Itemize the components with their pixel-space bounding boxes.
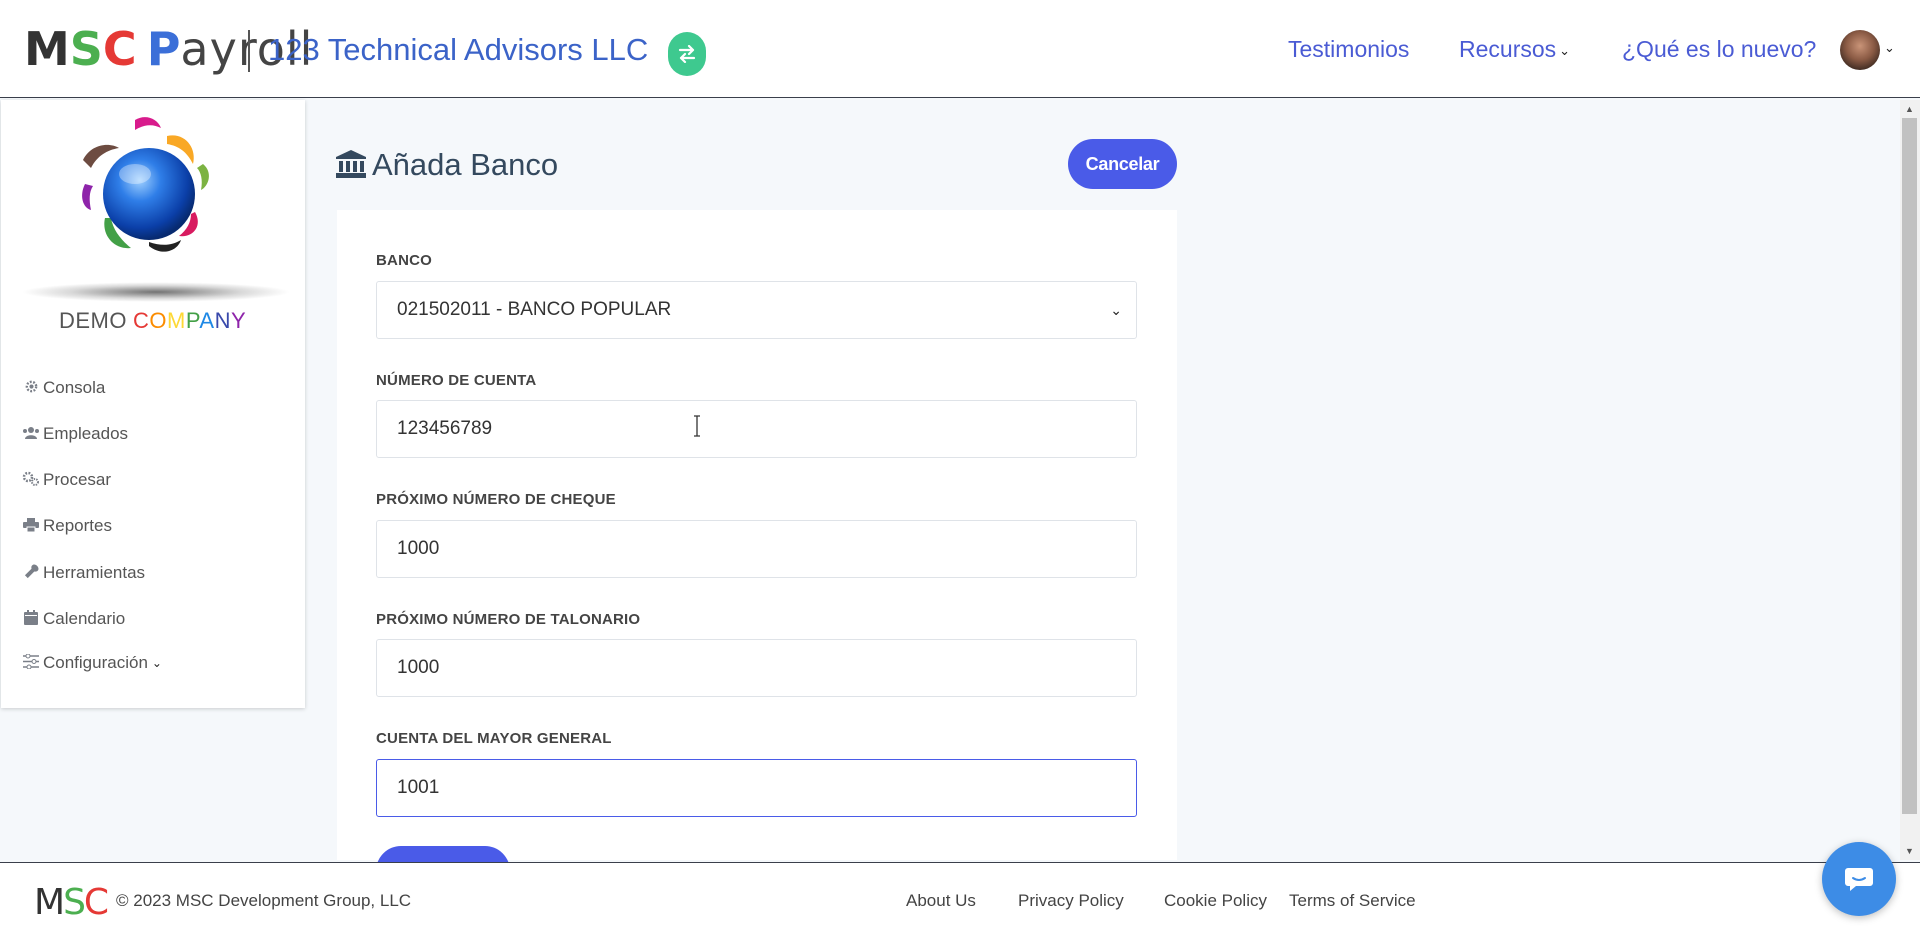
page-title: Añada Banco [372,147,559,182]
footer-msc-logo: MSC [34,881,109,925]
wrench-icon [21,564,41,582]
next-checkbook-number-input[interactable]: 1000 [376,639,1137,697]
sidebar-item-reportes[interactable]: Reportes [21,514,112,538]
nav-whats-new[interactable]: ¿Qué es lo nuevo? [1622,34,1816,64]
footer-logo-s: S [63,882,86,923]
brand-letter: P [185,308,200,333]
sidebar-item-label: Calendario [43,609,126,628]
banco-select-value: 021502011 - BANCO POPULAR [397,299,672,320]
footer-logo-c: C [83,882,109,923]
sidebar: DEMO COMPANY Consola Empleados Procesar R… [1,100,305,708]
sidebar-item-herramientas[interactable]: Herramientas [21,561,145,585]
scroll-down-arrow-icon[interactable]: ▼ [1905,846,1914,856]
brand-letter: M [167,308,186,333]
sliders-icon [21,653,41,672]
account-number-input[interactable]: 123456789 [376,400,1137,458]
logo-letter-c: C [102,22,137,76]
footer-link-about[interactable]: About Us [906,891,976,911]
banco-select[interactable]: 021502011 - BANCO POPULAR ⌄ [376,281,1137,339]
account-number-value: 123456789 [397,418,493,439]
footer-logo-m: M [34,882,65,923]
sidebar-item-configuracion[interactable]: Configuración ⌄ [21,651,162,675]
footer-link-cookie[interactable]: Cookie Policy [1164,891,1267,911]
brand-letter: N [214,308,231,333]
sidebar-item-label: Consola [43,378,106,397]
sidebar-item-label: Procesar [43,470,112,489]
sidebar-item-calendario[interactable]: Calendario [21,607,125,631]
chat-button[interactable] [1822,842,1896,916]
talonario-label: PRÓXIMO NÚMERO DE TALONARIO [376,611,641,628]
scroll-up-arrow-icon[interactable]: ▲ [1905,104,1914,114]
next-check-number-value: 1000 [397,538,440,559]
sidebar-item-empleados[interactable]: Empleados [21,422,128,446]
users-icon [21,426,41,443]
company-globe-logo [82,117,209,252]
logo-letter-s: S [69,22,103,76]
swap-arrows-icon [678,45,696,63]
user-menu-chevron-down-icon[interactable]: ⌄ [1884,40,1895,56]
footer-link-privacy[interactable]: Privacy Policy [1018,891,1124,911]
footer-link-terms[interactable]: Terms of Service [1289,891,1416,911]
brand-letter: A [199,308,215,333]
copyright-text: © 2023 MSC Development Group, LLC [116,891,412,910]
sidebar-item-label: Herramientas [43,563,146,582]
footer: MSC © 2023 MSC Development Group, LLC Ab… [0,862,1920,942]
logo-shadow [21,282,291,302]
cogs-icon [21,471,41,489]
brand-letter: C [133,308,150,333]
sidebar-item-label: Configuración [43,653,148,672]
gear-icon [21,379,41,397]
general-ledger-account-input[interactable]: 1001 [376,759,1137,817]
logo-letter-m: M [24,22,70,76]
page-scrollbar[interactable]: ▲ ▼ [1900,100,1920,860]
calendar-icon [21,610,41,628]
switch-company-button[interactable] [668,32,706,76]
chat-bubble-icon [1845,868,1873,891]
sidebar-item-label: Empleados [43,424,129,443]
banco-label: BANCO [376,252,432,269]
printer-icon [21,517,41,535]
nav-recursos[interactable]: Recursos ⌄ [1459,34,1570,66]
next-checkbook-number-value: 1000 [397,657,440,678]
brand-word-demo: DEMO [59,308,127,333]
cuenta-label: NÚMERO DE CUENTA [376,372,537,389]
text-cursor-icon [694,415,700,437]
cancel-button[interactable]: Cancelar [1068,139,1177,189]
general-ledger-account-value: 1001 [397,777,440,798]
chevron-down-icon: ⌄ [1559,42,1571,58]
sidebar-item-procesar[interactable]: Procesar [21,468,111,492]
avatar[interactable] [1840,30,1880,70]
brand-word-company: COMPANY [133,308,246,333]
next-check-number-input[interactable]: 1000 [376,520,1137,578]
nav-recursos-label: Recursos [1459,36,1557,62]
company-name: 123 Technical Advisors LLC [268,32,649,67]
sidebar-item-consola[interactable]: Consola [21,376,105,400]
mayor-label: CUENTA DEL MAYOR GENERAL [376,730,612,747]
bank-icon [336,150,366,178]
demo-company-wordmark: DEMO COMPANY [59,308,246,334]
sidebar-item-label: Reportes [43,516,112,535]
logo-divider [248,30,250,72]
logo-letter-p: P [146,22,181,76]
cheque-label: PRÓXIMO NÚMERO DE CHEQUE [376,491,616,508]
brand-letter: O [149,308,168,333]
brand-letter: Y [230,308,247,333]
nav-testimonios[interactable]: Testimonios [1288,34,1409,64]
scrollbar-thumb[interactable] [1902,118,1917,814]
chevron-down-icon: ⌄ [1110,302,1122,318]
top-header: M S C P ayroll 123 Technical Advisors LL… [0,0,1920,98]
chevron-down-icon: ⌄ [151,656,162,670]
